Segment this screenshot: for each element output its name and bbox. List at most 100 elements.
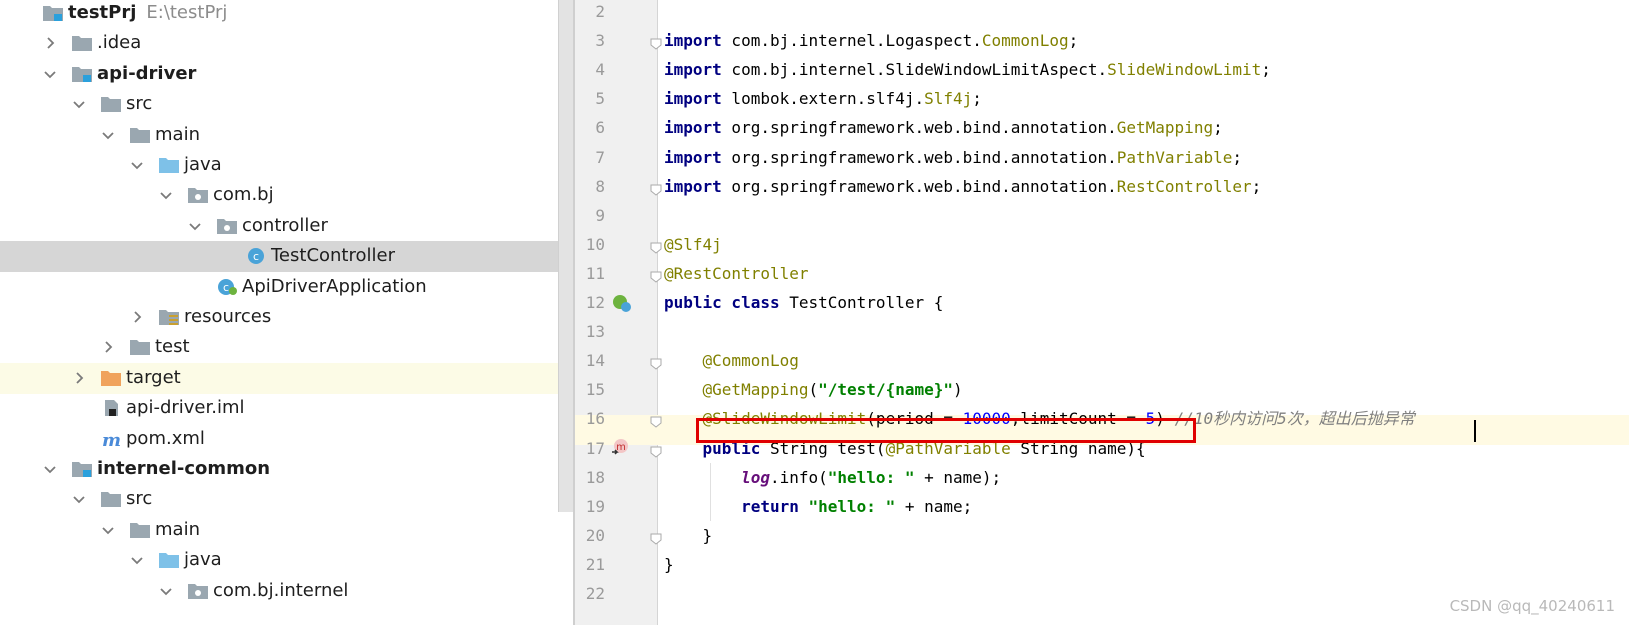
- code-line[interactable]: import com.bj.internel.Logaspect.CommonL…: [664, 26, 1078, 56]
- code-token: ;: [972, 89, 982, 109]
- code-token: import: [664, 118, 722, 138]
- folder-icon: [129, 126, 151, 144]
- spring-bean-icon[interactable]: [612, 293, 632, 313]
- fold-marker-icon[interactable]: [650, 355, 662, 370]
- tree-item-com-bj[interactable]: com.bj: [0, 180, 573, 211]
- code-token: @Slf4j: [664, 234, 722, 254]
- code-line[interactable]: import com.bj.internel.SlideWindowLimitA…: [664, 55, 1271, 85]
- tree-item-label: controller: [242, 214, 328, 236]
- tree-item-java[interactable]: java: [0, 150, 573, 181]
- code-line[interactable]: import org.springframework.web.bind.anno…: [664, 143, 1242, 173]
- chevron-right-icon[interactable]: [68, 367, 90, 389]
- project-path: E:\testPrj: [146, 2, 228, 23]
- code-line[interactable]: @Slf4j: [664, 230, 722, 260]
- fold-marker-icon[interactable]: [650, 530, 662, 545]
- chevron-down-icon[interactable]: [155, 184, 177, 206]
- tree-item-label: com.bj.internel: [213, 579, 349, 601]
- code-line[interactable]: }: [664, 521, 713, 551]
- tree-item-idea[interactable]: .idea: [0, 28, 573, 59]
- chevron-right-icon[interactable]: [126, 306, 148, 328]
- tree-item-label: main: [155, 518, 200, 540]
- source-folder-icon: [158, 551, 180, 569]
- chevron-down-icon[interactable]: [39, 63, 61, 85]
- code-token: import: [664, 60, 722, 80]
- module-folder-icon: [71, 460, 93, 478]
- project-tree: testPrj E:\testPrj .idea api-driver src main j…: [0, 0, 573, 625]
- chevron-down-icon[interactable]: [184, 215, 206, 237]
- line-number: 8: [595, 176, 605, 196]
- tree-item-label: target: [126, 366, 181, 388]
- code-token: }: [664, 525, 713, 545]
- tree-item-target[interactable]: target: [0, 362, 573, 394]
- fold-marker-icon[interactable]: [650, 35, 662, 50]
- request-mapping-icon[interactable]: m: [610, 438, 630, 458]
- line-number: 14: [585, 351, 605, 371]
- code-line[interactable]: log.info("hello: " + name);: [664, 463, 1001, 493]
- line-number: 9: [595, 205, 605, 225]
- line-number: 20: [585, 525, 605, 545]
- code-token: ;: [1251, 176, 1262, 196]
- chevron-down-icon[interactable]: [126, 154, 148, 176]
- tree-item-api-driver-iml[interactable]: api-driver.iml: [0, 393, 573, 424]
- line-number: 7: [595, 147, 605, 167]
- tree-item-src[interactable]: src: [0, 484, 573, 515]
- fold-marker-icon[interactable]: [650, 181, 662, 196]
- code-token: + name);: [914, 467, 1002, 487]
- code-line[interactable]: @RestController: [664, 259, 809, 289]
- tree-item-resources[interactable]: resources: [0, 302, 573, 333]
- code-line[interactable]: }: [664, 550, 674, 580]
- tree-item-apidriverapplication[interactable]: c ApiDriverApplication: [0, 272, 573, 303]
- tree-item-api-driver[interactable]: api-driver: [0, 59, 573, 90]
- code-token: public class: [664, 293, 780, 312]
- line-number: 4: [595, 60, 605, 80]
- code-token: PathVariable: [1116, 147, 1233, 167]
- tree-item-testprj[interactable]: testPrj E:\testPrj: [0, 0, 573, 29]
- tree-item-label: java: [184, 154, 222, 175]
- spring-boot-class-icon: c: [216, 278, 238, 296]
- tree-item-main[interactable]: main: [0, 515, 573, 546]
- tree-item-internel-common[interactable]: internel-common: [0, 454, 573, 485]
- tree-scrollbar[interactable]: [558, 0, 573, 512]
- line-number: 10: [585, 234, 605, 254]
- chevron-down-icon[interactable]: [39, 458, 61, 480]
- chevron-down-icon[interactable]: [155, 580, 177, 602]
- tree-item-com-bj-internel[interactable]: com.bj.internel: [0, 576, 573, 607]
- tree-item-pom-xml[interactable]: m pom.xml: [0, 424, 573, 455]
- code-line[interactable]: import org.springframework.web.bind.anno…: [664, 113, 1223, 143]
- tree-item-main[interactable]: main: [0, 120, 573, 151]
- fold-marker-icon[interactable]: [650, 239, 662, 254]
- code-token: ;: [1232, 147, 1242, 167]
- tree-item-src[interactable]: src: [0, 89, 573, 120]
- fold-marker-icon[interactable]: [650, 443, 662, 458]
- code-token: org.springframework.web.bind.annotation.: [721, 176, 1117, 196]
- code-token: SlideWindowLimit: [1107, 60, 1262, 80]
- code-token: "/test/{name}": [818, 380, 953, 400]
- chevron-down-icon[interactable]: [97, 124, 119, 146]
- code-token: import: [664, 89, 722, 109]
- package-icon: [187, 582, 209, 600]
- chevron-right-icon[interactable]: [39, 32, 61, 54]
- chevron-right-icon[interactable]: [97, 336, 119, 358]
- code-token: import: [664, 176, 722, 196]
- code-token: import: [664, 147, 722, 167]
- code-token: return: [664, 496, 799, 516]
- tree-item-label: api-driver.iml: [126, 397, 245, 419]
- code-line[interactable]: import org.springframework.web.bind.anno…: [664, 172, 1261, 202]
- code-line[interactable]: @GetMapping("/test/{name}"): [664, 375, 963, 405]
- fold-marker-icon[interactable]: [650, 268, 662, 283]
- fold-marker-icon[interactable]: [650, 413, 662, 429]
- tree-item-java[interactable]: java: [0, 545, 573, 576]
- chevron-down-icon[interactable]: [68, 488, 90, 510]
- chevron-down-icon[interactable]: [97, 519, 119, 541]
- code-line[interactable]: public class TestController {: [664, 288, 943, 318]
- chevron-down-icon[interactable]: [126, 549, 148, 571]
- code-line[interactable]: import lombok.extern.slf4j.Slf4j;: [664, 84, 982, 114]
- tree-item-test[interactable]: test: [0, 332, 573, 363]
- tree-item-controller[interactable]: controller: [0, 211, 573, 242]
- code-line[interactable]: @CommonLog: [664, 346, 799, 376]
- tree-item-testcontroller[interactable]: c TestController: [0, 241, 573, 273]
- code-token: "hello: ": [808, 496, 896, 516]
- chevron-down-icon[interactable]: [68, 93, 90, 115]
- code-token: lombok.extern.slf4j.: [721, 89, 925, 109]
